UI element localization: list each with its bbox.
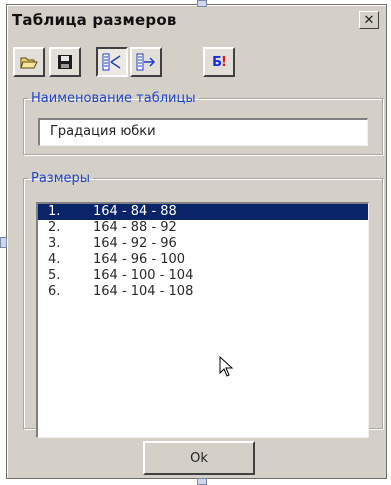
export-arrow-icon xyxy=(136,53,156,71)
sizes-group: Размеры 1. 164 - 84 - 88 2. 164 - 88 - 9… xyxy=(23,171,383,438)
list-item-text: 164 - 104 - 108 xyxy=(93,284,194,299)
resize-handle-left[interactable] xyxy=(0,237,7,248)
window-title: Таблица размеров xyxy=(12,11,177,29)
list-item[interactable]: 2. 164 - 88 - 92 xyxy=(38,220,368,236)
b-exclaim-icon: Б! xyxy=(212,54,227,70)
list-item-number: 1. xyxy=(48,204,61,219)
close-icon: ✕ xyxy=(363,12,375,28)
list-item-text: 164 - 84 - 88 xyxy=(93,204,177,219)
resize-handle-top[interactable] xyxy=(197,0,207,7)
open-folder-icon xyxy=(20,57,38,69)
list-item-text: 164 - 96 - 100 xyxy=(93,252,186,267)
sizes-legend: Размеры xyxy=(31,171,91,186)
split-sizes-icon xyxy=(102,53,121,71)
list-item-number: 3. xyxy=(48,236,61,251)
ok-button[interactable]: Ok xyxy=(143,441,255,475)
close-button[interactable]: ✕ xyxy=(359,11,379,29)
list-item-number: 5. xyxy=(48,268,61,283)
mouse-pointer-icon xyxy=(219,356,234,377)
b-exclaim-button[interactable]: Б! xyxy=(203,47,235,77)
toolbar: Б! xyxy=(13,41,343,79)
list-item[interactable]: 4. 164 - 96 - 100 xyxy=(38,252,368,268)
list-item-number: 6. xyxy=(48,284,61,299)
list-item[interactable]: 5. 164 - 100 - 104 xyxy=(38,268,368,284)
ok-button-label: Ok xyxy=(190,450,208,466)
sizes-list[interactable]: 1. 164 - 84 - 88 2. 164 - 88 - 92 3. 164… xyxy=(36,202,369,438)
title-bar[interactable]: Таблица размеров ✕ xyxy=(8,6,385,34)
list-item-text: 164 - 92 - 96 xyxy=(93,236,177,251)
list-item-number: 2. xyxy=(48,220,61,235)
list-item[interactable]: 3. 164 - 92 - 96 xyxy=(38,236,368,252)
list-item-text: 164 - 88 - 92 xyxy=(93,220,177,235)
list-item[interactable]: 6. 164 - 104 - 108 xyxy=(38,284,368,300)
exclaim-mark: ! xyxy=(220,54,227,70)
sizes-table-dialog: Таблица размеров ✕ Б! Наименование табли… xyxy=(6,4,387,479)
table-name-group: Наименование таблицы Градация юбки xyxy=(23,91,383,155)
list-item-number: 4. xyxy=(48,252,61,267)
save-button[interactable] xyxy=(49,47,81,77)
save-disk-icon xyxy=(58,55,72,69)
table-name-legend: Наименование таблицы xyxy=(31,91,196,106)
export-button[interactable] xyxy=(130,47,162,77)
open-button[interactable] xyxy=(13,47,45,77)
split-button[interactable] xyxy=(96,47,128,77)
list-item[interactable]: 1. 164 - 84 - 88 xyxy=(38,204,368,220)
table-name-input[interactable]: Градация юбки xyxy=(38,118,368,146)
list-item-text: 164 - 100 - 104 xyxy=(93,268,194,283)
